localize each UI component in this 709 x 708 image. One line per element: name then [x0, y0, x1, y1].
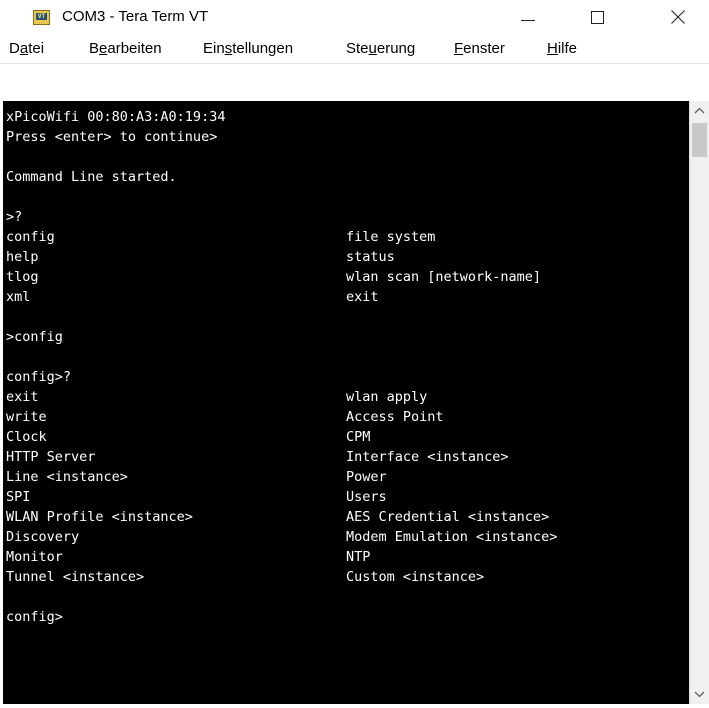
menu-bar: Datei Bearbeiten Einstellungen Steuerung… [0, 34, 709, 64]
menu-datei-pre: D [9, 40, 20, 57]
terminal-line-left: Clock [6, 429, 47, 445]
terminal-line-left: SPI [6, 489, 31, 505]
terminal-line: help status [6, 249, 395, 265]
menu-fenster-accel: F [454, 40, 464, 57]
terminal-line: tlog wlan scan [network-name] [6, 269, 541, 285]
terminal-line-left: WLAN Profile <instance> [6, 509, 193, 525]
scroll-up-button[interactable] [690, 101, 709, 121]
terminal-line: SPI Users [6, 489, 387, 505]
menu-bearbeiten-post: arbeiten [107, 40, 162, 57]
terminal-line-left: HTTP Server [6, 449, 96, 465]
terminal-line-right: Users [346, 489, 387, 505]
terminal-line-left: help [6, 249, 39, 265]
menu-fenster[interactable]: Fenster [454, 34, 505, 64]
menu-hilfe-accel: H [547, 40, 558, 57]
menu-bearbeiten[interactable]: Bearbeiten [89, 34, 162, 64]
chevron-down-icon [694, 691, 705, 698]
terminal-line-right: Modem Emulation <instance> [346, 529, 558, 545]
terminal-line: write Access Point [6, 409, 444, 425]
terminal-line-left: exit [6, 389, 39, 405]
terminal-line-left: Tunnel <instance> [6, 569, 145, 585]
tera-term-icon-label: VT [36, 13, 47, 20]
menu-steuerung-accel: u [368, 40, 377, 57]
terminal-line-right: exit [346, 289, 379, 305]
maximize-button[interactable] [575, 0, 621, 34]
menu-einstellungen-post: tellungen [232, 40, 294, 57]
terminal-line-left: tlog [6, 269, 39, 285]
terminal-line: Discovery Modem Emulation <instance> [6, 529, 557, 545]
terminal-line-right: CPM [346, 429, 371, 445]
terminal-line: Monitor NTP [6, 549, 370, 565]
terminal-line-right: file system [346, 229, 436, 245]
terminal-line-right: Custom <instance> [346, 569, 485, 585]
terminal-line: Line <instance> Power [6, 469, 387, 485]
terminal-line-right: Interface <instance> [346, 449, 509, 465]
chevron-up-icon [694, 107, 705, 114]
terminal-line: Tunnel <instance> Custom <instance> [6, 569, 484, 585]
terminal-output[interactable]: xPicoWifi 00:80:A3:A0:19:34 Press <enter>… [6, 110, 688, 700]
minimize-button[interactable] [505, 0, 551, 34]
terminal-line-left: >config [6, 329, 63, 345]
menu-datei-post: tei [28, 40, 45, 57]
terminal-line-right: wlan apply [346, 389, 428, 405]
menu-einstellungen-pre: Ein [203, 40, 225, 57]
tera-term-icon[interactable]: VT [33, 10, 50, 25]
terminal-line-left: xml [6, 289, 31, 305]
terminal-line-right: Access Point [346, 409, 444, 425]
terminal-line-right: AES Credential <instance> [346, 509, 550, 525]
menu-hilfe[interactable]: Hilfe [547, 34, 577, 64]
close-icon [671, 10, 685, 24]
terminal-line: Press <enter> to continue> [6, 130, 217, 144]
terminal-line: Clock CPM [6, 429, 370, 445]
terminal-line: xPicoWifi 00:80:A3:A0:19:34 [6, 110, 225, 124]
terminal-line: config>? [6, 370, 71, 384]
maximize-icon [591, 11, 604, 24]
terminal-line: Command Line started. [6, 170, 177, 184]
scroll-down-button[interactable] [690, 684, 709, 704]
terminal-line-left: xPicoWifi 00:80:A3:A0:19:34 [6, 110, 226, 125]
terminal-line: HTTP Server Interface <instance> [6, 449, 509, 465]
terminal-line: config file system [6, 229, 435, 245]
menu-steuerung-pre: Ste [346, 40, 369, 57]
vertical-scrollbar[interactable] [689, 101, 709, 704]
terminal-line-left: Monitor [6, 549, 63, 565]
minimize-icon [521, 20, 535, 21]
terminal-line: xml exit [6, 289, 379, 305]
menu-datei[interactable]: Datei [9, 34, 44, 64]
terminal-line-left: write [6, 409, 47, 425]
menu-steuerung-post: erung [376, 40, 416, 57]
terminal-line: WLAN Profile <instance> AES Credential <i… [6, 509, 549, 525]
menu-steuerung[interactable]: Steuerung [346, 34, 415, 64]
window-title: COM3 - Tera Term VT [62, 8, 209, 25]
title-bar[interactable]: VT COM3 - Tera Term VT [0, 0, 709, 34]
menu-datei-accel: a [19, 40, 29, 57]
terminal-line-right: status [346, 249, 395, 265]
terminal-line: config> [6, 610, 63, 624]
terminal-line-left: config>? [6, 369, 72, 385]
terminal-line-right: wlan scan [network-name] [346, 269, 542, 285]
menu-einstellungen[interactable]: Einstellungen [203, 34, 293, 64]
terminal-line-right: NTP [346, 549, 371, 565]
terminal-line: >? [6, 210, 22, 224]
terminal-line-left: Line <instance> [6, 469, 128, 485]
menu-hilfe-post: ilfe [557, 40, 578, 57]
terminal-line-left: >? [6, 209, 23, 225]
menu-fenster-post: enster [463, 40, 505, 57]
terminal-line-left: Discovery [6, 529, 80, 545]
terminal-line: >config [6, 330, 63, 344]
terminal-line-left: Command Line started. [6, 169, 177, 185]
close-button[interactable] [655, 0, 701, 34]
terminal-line-right: Power [346, 469, 387, 485]
scrollbar-thumb[interactable] [692, 123, 707, 157]
menu-bearbeiten-pre: B [89, 40, 100, 57]
terminal-line-left: config> [6, 609, 63, 625]
terminal-line: exit wlan apply [6, 389, 427, 405]
terminal-line-left: config [6, 229, 55, 245]
terminal-line-left: Press <enter> to continue> [6, 129, 218, 145]
